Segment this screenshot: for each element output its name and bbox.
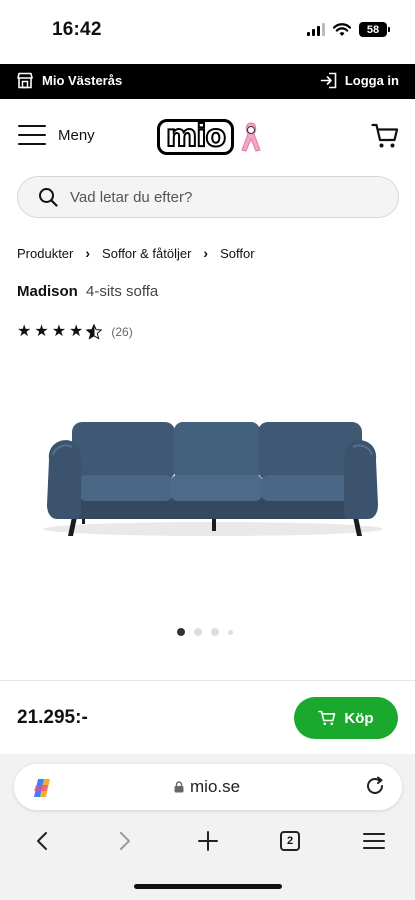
store-name: Mio Västerås: [42, 73, 123, 88]
cart-button[interactable]: [371, 123, 399, 154]
search-input[interactable]: Vad letar du efter?: [17, 176, 399, 218]
star-icon: ★: [17, 323, 32, 340]
product-price: 21.295:-: [17, 707, 88, 728]
address-bar[interactable]: mio.se: [14, 764, 402, 810]
logo-wordmark: mio: [157, 119, 235, 155]
site-header: Meny mio: [0, 99, 415, 175]
sticky-price-bar: 21.295:- Köp: [0, 680, 415, 754]
plus-icon: [198, 831, 218, 851]
new-tab-button[interactable]: [194, 826, 222, 856]
login-label: Logga in: [344, 73, 399, 88]
search-placeholder: Vad letar du efter?: [70, 188, 193, 206]
cart-icon: [318, 710, 336, 726]
product-image[interactable]: [35, 405, 390, 545]
cellular-signal-icon: [307, 23, 325, 36]
status-time: 16:42: [52, 19, 102, 40]
pink-ribbon-icon: [241, 122, 261, 152]
browser-toolbar: 2: [0, 826, 415, 856]
buy-button[interactable]: Köp: [294, 697, 398, 739]
chevron-left-icon: [37, 832, 47, 850]
menu-label: Meny: [58, 126, 95, 144]
url-display[interactable]: mio.se: [174, 777, 240, 797]
search-icon: [39, 188, 58, 207]
breadcrumb-item-products[interactable]: Produkter: [17, 246, 73, 261]
breadcrumb: Produkter › Soffor & fåtöljer › Soffor: [17, 245, 255, 261]
product-rating[interactable]: ★ ★ ★ ★ (26): [17, 324, 133, 340]
login-icon: [320, 72, 337, 89]
product-name: Madison: [17, 283, 78, 300]
carousel-dot[interactable]: [194, 628, 202, 636]
chevron-right-icon: ›: [85, 245, 91, 261]
battery-icon: 58: [359, 22, 390, 37]
carousel-dot[interactable]: [228, 629, 233, 635]
reload-icon[interactable]: [364, 775, 386, 797]
star-icon: ★: [51, 323, 67, 340]
copilot-icon[interactable]: [31, 777, 53, 799]
chevron-right-icon: ›: [203, 245, 209, 261]
half-star-icon: [86, 324, 103, 340]
forward-button[interactable]: [111, 826, 139, 856]
carousel-dots: [177, 628, 233, 636]
review-count: (26): [111, 325, 133, 339]
store-bar: Mio Västerås Logga in: [0, 64, 415, 99]
store-selector[interactable]: Mio Västerås: [16, 72, 122, 89]
login-link[interactable]: Logga in: [320, 72, 399, 89]
status-icons: 58: [307, 22, 390, 37]
back-button[interactable]: [28, 826, 56, 856]
product-title: Madison 4-sits soffa: [17, 283, 158, 300]
carousel-dot[interactable]: [177, 628, 185, 636]
browser-menu-button[interactable]: [360, 826, 388, 856]
tabs-button[interactable]: 2: [276, 826, 304, 856]
product-subtitle: 4-sits soffa: [86, 283, 159, 300]
breadcrumb-item-sofas-armchairs[interactable]: Soffor & fåtöljer: [102, 246, 191, 261]
menu-button[interactable]: Meny: [18, 125, 95, 145]
star-icon: ★: [69, 323, 84, 340]
cart-icon: [371, 123, 399, 148]
url-text: mio.se: [190, 777, 241, 796]
breadcrumb-item-sofas[interactable]: Soffor: [220, 246, 254, 261]
star-icon: ★: [34, 323, 49, 340]
carousel-dot[interactable]: [211, 628, 219, 636]
buy-label: Köp: [344, 709, 374, 727]
browser-chrome: mio.se 2: [0, 754, 415, 900]
tabs-count: 2: [280, 831, 300, 851]
status-bar: 16:42 58: [0, 0, 415, 62]
wifi-icon: [333, 22, 351, 36]
chevron-right-icon: [120, 832, 130, 850]
lock-icon: [174, 781, 184, 793]
hamburger-icon: [18, 125, 46, 145]
hamburger-icon: [363, 833, 385, 849]
store-icon: [17, 72, 33, 89]
home-indicator[interactable]: [134, 884, 282, 889]
site-logo[interactable]: mio: [157, 119, 264, 155]
